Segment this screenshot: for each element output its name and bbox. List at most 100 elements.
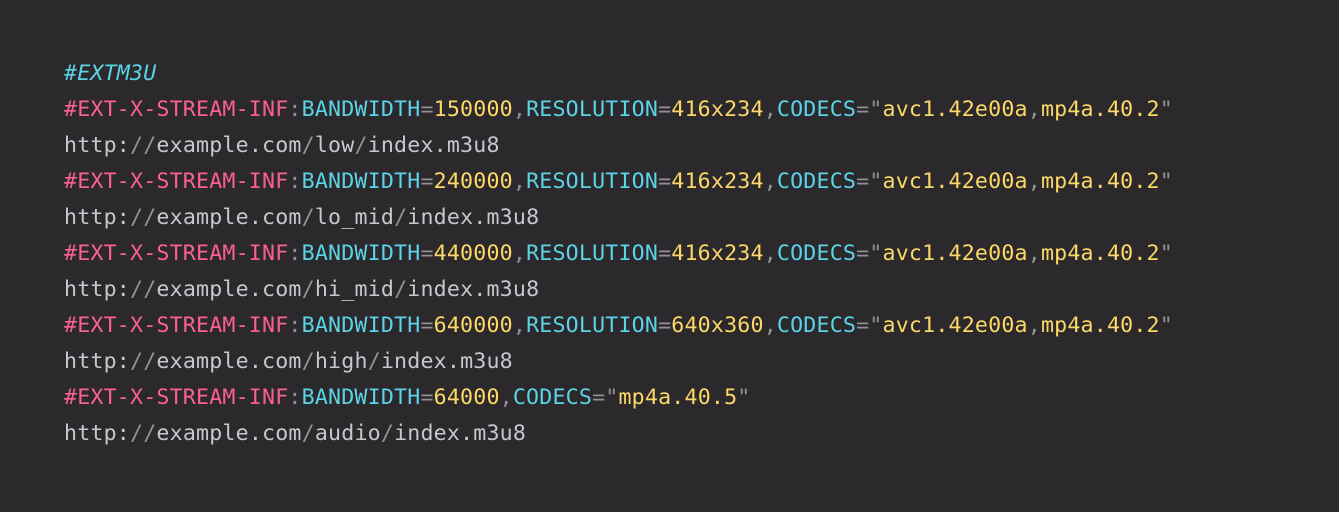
token-url: example.com	[156, 349, 302, 374]
code-line-8-stream-inf-line: #EXT-X-STREAM-INF:BANDWIDTH=640000,RESOL…	[64, 308, 1339, 344]
token-key: RESOLUTION	[526, 313, 659, 338]
code-line-9-url-line: http://example.com/high/index.m3u8	[64, 344, 1339, 380]
token-url: http:	[64, 133, 131, 158]
token-url: index.m3u8	[407, 277, 540, 302]
token-punct: ,	[1027, 241, 1041, 266]
token-url: example.com	[156, 205, 302, 230]
token-key: CODECS	[776, 241, 857, 266]
token-str: mp4a.40.2	[1040, 313, 1160, 338]
code-editor-view[interactable]: #EXTM3U #EXT-X-STREAM-INF:BANDWIDTH=15000…	[0, 0, 1339, 512]
token-punct: :	[288, 241, 302, 266]
token-num: 416x234	[671, 97, 764, 122]
token-url: http:	[64, 205, 131, 230]
token-tag: #EXT-X-STREAM-INF	[64, 313, 289, 338]
token-str: avc1.42e00a	[882, 313, 1028, 338]
token-num: 64000	[433, 385, 500, 410]
token-key: CODECS	[512, 385, 593, 410]
token-str: mp4a.40.5	[618, 385, 738, 410]
token-punct: =	[658, 169, 672, 194]
token-url: high	[314, 349, 368, 374]
token-punct: "	[1159, 169, 1173, 194]
token-url-slash: //	[130, 421, 157, 446]
token-url-slash: /	[301, 277, 315, 302]
token-num: 440000	[433, 241, 513, 266]
token-url: index.m3u8	[380, 349, 513, 374]
token-punct: ,	[499, 385, 513, 410]
token-punct: =	[420, 169, 434, 194]
token-key: BANDWIDTH	[301, 169, 421, 194]
token-url-slash: //	[130, 133, 157, 158]
token-url-slash: /	[354, 133, 368, 158]
token-url: index.m3u8	[394, 421, 527, 446]
token-comment: #EXTM3U	[64, 61, 157, 86]
token-punct: ,	[512, 97, 527, 122]
token-num: 640000	[433, 313, 513, 338]
token-url: example.com	[156, 421, 302, 446]
token-url-slash: /	[301, 205, 315, 230]
token-url: index.m3u8	[367, 133, 500, 158]
token-punct: ,	[512, 241, 527, 266]
token-punct: =	[420, 97, 434, 122]
token-url-slash: /	[394, 277, 408, 302]
token-punct: "	[1159, 97, 1173, 122]
token-punct: =	[658, 97, 672, 122]
token-key: CODECS	[776, 169, 857, 194]
token-punct: "	[1159, 313, 1173, 338]
token-punct: "	[737, 385, 751, 410]
token-url-slash: /	[380, 421, 395, 446]
token-url-slash: /	[301, 349, 315, 374]
token-punct: ,	[763, 313, 777, 338]
token-key: RESOLUTION	[526, 241, 659, 266]
code-line-6-stream-inf-line: #EXT-X-STREAM-INF:BANDWIDTH=440000,RESOL…	[64, 236, 1339, 272]
token-punct: "	[1159, 241, 1173, 266]
token-url: low	[314, 133, 355, 158]
code-line-4-stream-inf-line: #EXT-X-STREAM-INF:BANDWIDTH=240000,RESOL…	[64, 164, 1339, 200]
code-line-7-url-line: http://example.com/hi_mid/index.m3u8	[64, 272, 1339, 308]
token-url: audio	[314, 421, 381, 446]
token-str: mp4a.40.2	[1040, 241, 1160, 266]
token-key: RESOLUTION	[526, 97, 659, 122]
token-str: avc1.42e00a	[882, 97, 1028, 122]
token-key: CODECS	[776, 97, 857, 122]
token-str: mp4a.40.2	[1040, 169, 1160, 194]
token-tag: #EXT-X-STREAM-INF	[64, 97, 289, 122]
token-punct: :	[288, 313, 302, 338]
code-line-2-stream-inf-line: #EXT-X-STREAM-INF:BANDWIDTH=150000,RESOL…	[64, 92, 1339, 128]
token-key: CODECS	[776, 313, 857, 338]
token-punct: =	[420, 313, 434, 338]
token-punct: =	[420, 385, 434, 410]
token-tag: #EXT-X-STREAM-INF	[64, 169, 289, 194]
token-url-slash: /	[367, 349, 381, 374]
token-url-slash: //	[130, 349, 157, 374]
token-str: avc1.42e00a	[882, 241, 1028, 266]
token-punct: =	[658, 313, 672, 338]
token-punct: ="	[856, 169, 883, 194]
code-line-5-url-line: http://example.com/lo_mid/index.m3u8	[64, 200, 1339, 236]
token-url-slash: //	[130, 205, 157, 230]
code-line-11-url-line: http://example.com/audio/index.m3u8	[64, 416, 1339, 452]
token-num: 416x234	[671, 169, 764, 194]
token-punct: ,	[1027, 313, 1041, 338]
token-punct: :	[288, 97, 302, 122]
token-punct: ,	[512, 313, 527, 338]
code-line-1-header-line: #EXTM3U	[64, 56, 1339, 92]
token-url: example.com	[156, 133, 302, 158]
token-url: http:	[64, 277, 131, 302]
token-num: 150000	[433, 97, 513, 122]
token-num: 640x360	[671, 313, 764, 338]
token-punct: ,	[763, 169, 777, 194]
token-str: avc1.42e00a	[882, 169, 1028, 194]
token-punct: ="	[856, 241, 883, 266]
token-key: BANDWIDTH	[301, 385, 421, 410]
token-num: 240000	[433, 169, 513, 194]
token-punct: =	[420, 241, 434, 266]
token-key: RESOLUTION	[526, 169, 659, 194]
token-punct: ,	[763, 241, 777, 266]
token-url: lo_mid	[314, 205, 395, 230]
token-key: BANDWIDTH	[301, 313, 421, 338]
token-num: 416x234	[671, 241, 764, 266]
token-punct: :	[288, 169, 302, 194]
token-punct: =	[658, 241, 672, 266]
code-line-10-stream-inf-line: #EXT-X-STREAM-INF:BANDWIDTH=64000,CODECS…	[64, 380, 1339, 416]
token-punct: ,	[1027, 169, 1041, 194]
